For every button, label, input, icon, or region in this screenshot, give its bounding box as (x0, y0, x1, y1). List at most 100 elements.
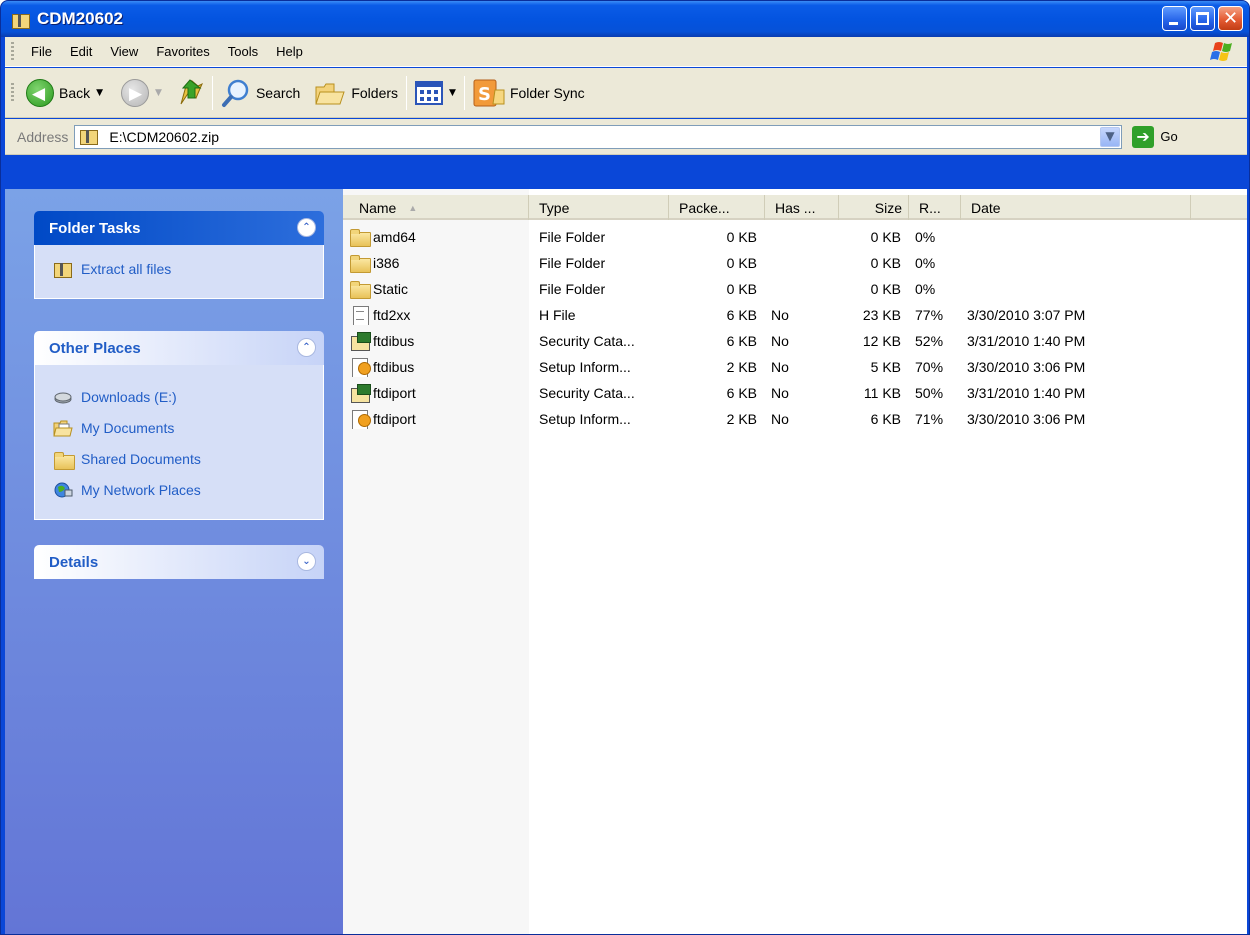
address-dropdown-button[interactable]: ▼ (1100, 126, 1121, 147)
address-input[interactable]: E:\CDM20602.zip ▼ (74, 124, 1123, 149)
file-packed: 0 KB (726, 229, 757, 245)
column-header-type[interactable]: Type (529, 195, 669, 220)
zip-folder-icon (11, 11, 30, 29)
document-icon (349, 305, 371, 325)
table-row[interactable]: Static File Folder 0 KB 0 KB 0% (343, 276, 1247, 302)
forward-arrow-icon: ▶ (121, 78, 150, 107)
up-folder-button[interactable] (172, 73, 208, 113)
file-date: 3/31/2010 1:40 PM (967, 385, 1086, 401)
file-packed: 0 KB (726, 281, 757, 297)
file-size: 0 KB (870, 255, 901, 271)
column-header-has[interactable]: Has ... (765, 195, 839, 220)
file-date: 3/30/2010 3:07 PM (967, 307, 1086, 323)
drive-icon (53, 388, 73, 406)
title-bar[interactable]: CDM20602 ✕ (1, 1, 1249, 37)
zip-folder-icon (79, 127, 101, 147)
sort-ascending-icon: ▲ (408, 202, 418, 213)
menu-help[interactable]: Help (267, 44, 312, 59)
collapse-icon[interactable]: ⌃ (297, 338, 316, 357)
file-has: No (771, 307, 789, 323)
file-ratio: 0% (915, 281, 936, 297)
my-documents-icon (53, 419, 73, 437)
menu-grip[interactable] (11, 41, 14, 62)
other-places-header[interactable]: Other Places ⌃ (34, 331, 324, 365)
column-header-filler (1191, 195, 1247, 220)
shared-documents-label: Shared Documents (81, 450, 201, 467)
details-header[interactable]: Details ⌄ (34, 545, 324, 579)
extract-all-files-label: Extract all files (81, 260, 172, 277)
views-dropdown-icon[interactable]: ▼ (449, 88, 456, 98)
table-row[interactable]: amd64 File Folder 0 KB 0 KB 0% (343, 224, 1247, 250)
file-ratio: 77% (915, 307, 944, 323)
column-header-ratio[interactable]: R... (909, 195, 961, 220)
other-place-shared-documents[interactable]: Shared Documents (53, 443, 323, 474)
column-header-packed[interactable]: Packe... (669, 195, 765, 220)
file-name: ftd2xx (373, 307, 411, 323)
table-row[interactable]: ftdibus Security Cata... 6 KB No 12 KB 5… (343, 328, 1247, 354)
toolbar-grip[interactable] (11, 82, 14, 103)
up-arrow-icon (176, 78, 204, 108)
views-button[interactable]: ▼ (411, 73, 460, 113)
forward-button[interactable]: ▶ ▼ (117, 73, 166, 113)
address-bar: Address E:\CDM20602.zip ▼ ➔ Go (5, 119, 1247, 155)
back-dropdown-icon[interactable]: ▼ (96, 88, 103, 98)
file-name: ftdibus (373, 359, 415, 375)
maximize-button[interactable] (1190, 6, 1215, 31)
other-place-downloads[interactable]: Downloads (E:) (53, 381, 323, 412)
column-header-date[interactable]: Date (961, 195, 1191, 220)
search-button[interactable]: Search (217, 73, 304, 113)
column-header-name[interactable]: Name ▲ (343, 195, 529, 220)
menu-edit[interactable]: Edit (61, 44, 101, 59)
other-place-my-documents[interactable]: My Documents (53, 412, 323, 443)
views-icon (415, 80, 444, 105)
table-row[interactable]: i386 File Folder 0 KB 0 KB 0% (343, 250, 1247, 276)
file-size: 6 KB (870, 411, 901, 427)
file-type: File Folder (539, 281, 606, 297)
table-row[interactable]: ftdiport Setup Inform... 2 KB No 6 KB 71… (343, 406, 1247, 432)
chevron-down-icon: ▼ (1105, 128, 1115, 143)
window-title: CDM20602 (37, 9, 123, 28)
menu-tools[interactable]: Tools (219, 44, 267, 59)
table-row[interactable]: ftd2xx H File 6 KB No 23 KB 77% 3/30/201… (343, 302, 1247, 328)
maximize-icon (1196, 12, 1209, 25)
folders-button[interactable]: Folders (310, 73, 402, 113)
table-row[interactable]: ftdibus Setup Inform... 2 KB No 5 KB 70%… (343, 354, 1247, 380)
other-places-title: Other Places (49, 339, 141, 357)
folder-icon (349, 227, 371, 247)
folder-sync-button[interactable]: S Folder Sync (469, 73, 589, 113)
my-documents-label: My Documents (81, 419, 175, 436)
menu-favorites[interactable]: Favorites (147, 44, 218, 59)
table-row[interactable]: ftdiport Security Cata... 6 KB No 11 KB … (343, 380, 1247, 406)
back-button[interactable]: ◀ Back ▼ (22, 73, 107, 113)
other-place-my-network-places[interactable]: My Network Places (53, 474, 323, 505)
file-name: ftdibus (373, 333, 415, 349)
file-date: 3/30/2010 3:06 PM (967, 411, 1086, 427)
menu-file[interactable]: File (22, 44, 61, 59)
extract-all-files-link[interactable]: Extract all files (53, 253, 323, 284)
folder-tasks-title: Folder Tasks (49, 219, 141, 237)
folders-label: Folders (351, 84, 399, 101)
collapse-icon[interactable]: ⌃ (297, 218, 316, 237)
file-name: amd64 (373, 229, 416, 245)
forward-dropdown-icon[interactable]: ▼ (155, 88, 162, 98)
network-places-icon (53, 481, 73, 499)
file-has: No (771, 333, 789, 349)
search-label: Search (255, 84, 301, 101)
file-list-view[interactable]: Name ▲ Type Packe... Has ... Size R... D… (343, 189, 1247, 934)
column-header-size[interactable]: Size (839, 195, 909, 220)
folder-tasks-header[interactable]: Folder Tasks ⌃ (34, 211, 324, 245)
minimize-button[interactable] (1162, 6, 1187, 31)
file-packed: 2 KB (726, 359, 757, 375)
file-packed: 6 KB (726, 385, 757, 401)
close-button[interactable]: ✕ (1218, 6, 1243, 31)
file-name: i386 (373, 255, 400, 271)
file-ratio: 71% (915, 411, 944, 427)
file-type: Security Cata... (539, 333, 635, 349)
menu-view[interactable]: View (101, 44, 147, 59)
column-ratio-label: R... (919, 199, 941, 216)
file-has: No (771, 411, 789, 427)
go-button[interactable]: ➔ Go (1132, 125, 1178, 148)
expand-icon[interactable]: ⌄ (297, 552, 316, 571)
file-ratio: 70% (915, 359, 944, 375)
toolbar-separator (406, 75, 408, 110)
